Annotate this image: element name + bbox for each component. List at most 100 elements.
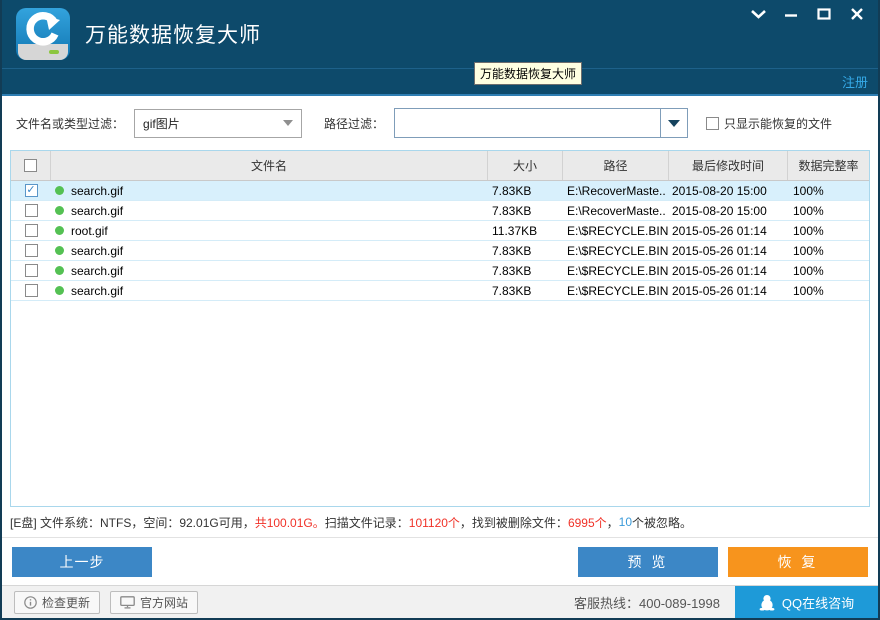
app-window: 万能数据恢复大师 注册 万能数据恢复大师 文件名或类型过滤: [0, 0, 880, 620]
table-row[interactable]: search.gif 7.83KB E:\$RECYCLE.BIN.. 2015…: [11, 241, 869, 261]
check-update-button[interactable]: 检查更新: [14, 591, 100, 614]
dropdown-arrow-icon: [283, 120, 293, 126]
file-size: 7.83KB: [488, 244, 563, 258]
table-row[interactable]: search.gif 7.83KB E:\RecoverMaste.. 2015…: [11, 201, 869, 221]
select-all-checkbox[interactable]: [24, 159, 37, 172]
qq-consult-button[interactable]: QQ在线咨询: [735, 586, 878, 618]
file-integrity: 100%: [788, 284, 869, 298]
path-filter-dropdown-button[interactable]: [660, 109, 687, 137]
file-modified: 2015-08-20 15:00: [669, 204, 788, 218]
column-header-path[interactable]: 路径: [563, 151, 669, 180]
file-name: search.gif: [71, 264, 123, 278]
recover-button[interactable]: 恢 复: [728, 547, 868, 577]
back-button[interactable]: 上一步: [12, 547, 152, 577]
status-segment: 共100.01G。: [255, 514, 325, 531]
check-update-label: 检查更新: [42, 594, 90, 611]
file-integrity: 100%: [788, 184, 869, 198]
app-title: 万能数据恢复大师: [85, 19, 261, 49]
file-status-dot-icon: [55, 186, 64, 195]
file-modified: 2015-05-26 01:14: [669, 224, 788, 238]
table-row[interactable]: root.gif 11.37KB E:\$RECYCLE.BIN.. 2015-…: [11, 221, 869, 241]
collapse-chevron-icon[interactable]: [749, 6, 767, 22]
status-text: [E盘] 文件系统：NTFS，空间：92.01G可用，共100.01G。扫描文件…: [2, 507, 878, 537]
header: 万能数据恢复大师 注册: [2, 0, 878, 96]
close-icon[interactable]: [848, 6, 866, 22]
file-name: search.gif: [71, 244, 123, 258]
file-status-dot-icon: [55, 246, 64, 255]
file-modified: 2015-05-26 01:14: [669, 244, 788, 258]
column-header-modified[interactable]: 最后修改时间: [669, 151, 788, 180]
table-row[interactable]: search.gif 7.83KB E:\$RECYCLE.BIN.. 2015…: [11, 261, 869, 281]
window-controls: [749, 6, 866, 22]
only-recoverable-option[interactable]: 只显示能恢复的文件: [706, 115, 832, 132]
maximize-icon[interactable]: [815, 6, 833, 22]
table-row[interactable]: search.gif 7.83KB E:\RecoverMaste.. 2015…: [11, 181, 869, 201]
action-bar: 上一步 预 览 恢 复: [2, 537, 878, 585]
file-status-dot-icon: [55, 286, 64, 295]
status-segment: ，找到被删除文件：: [460, 514, 568, 531]
row-checkbox[interactable]: [25, 244, 38, 257]
file-size: 11.37KB: [488, 224, 563, 238]
title-bar: 万能数据恢复大师: [2, 0, 878, 69]
app-logo-icon: [16, 8, 70, 60]
file-modified: 2015-05-26 01:14: [669, 264, 788, 278]
dropdown-arrow-icon: [668, 120, 680, 127]
minimize-icon[interactable]: [782, 6, 800, 22]
file-path: E:\RecoverMaste..: [563, 184, 669, 198]
qq-penguin-icon: [759, 594, 775, 611]
table-header: 文件名 大小 路径 最后修改时间 数据完整率: [11, 151, 869, 181]
path-filter-input[interactable]: [395, 109, 660, 137]
file-table: 文件名 大小 路径 最后修改时间 数据完整率 search.gif 7.83KB…: [10, 150, 870, 507]
file-integrity: 100%: [788, 224, 869, 238]
type-filter-dropdown[interactable]: gif图片: [134, 109, 302, 138]
monitor-icon: [120, 596, 135, 609]
file-name: search.gif: [71, 184, 123, 198]
type-filter-label: 文件名或类型过滤：: [16, 115, 124, 132]
hotline-number: 400-089-1998: [639, 596, 720, 611]
file-status-dot-icon: [55, 266, 64, 275]
row-checkbox[interactable]: [25, 224, 38, 237]
status-segment: ，: [607, 514, 619, 531]
info-icon: [24, 596, 37, 609]
row-checkbox[interactable]: [25, 284, 38, 297]
file-integrity: 100%: [788, 244, 869, 258]
hotline-text: 客服热线：400-089-1998: [574, 593, 720, 612]
row-checkbox[interactable]: [25, 184, 38, 197]
header-subband: 注册: [2, 69, 878, 95]
qq-consult-label: QQ在线咨询: [782, 593, 854, 612]
file-name: search.gif: [71, 204, 123, 218]
status-segment: 扫描文件记录：: [325, 514, 409, 531]
official-site-label: 官方网站: [140, 594, 188, 611]
type-filter-value: gif图片: [143, 115, 180, 132]
status-segment: 个被忽略。: [632, 514, 692, 531]
status-segment: 6995个: [568, 514, 607, 531]
filter-bar: 文件名或类型过滤： gif图片 路径过滤： 只显示能恢复的文件: [2, 96, 878, 150]
file-path: E:\$RECYCLE.BIN..: [563, 224, 669, 238]
file-modified: 2015-08-20 15:00: [669, 184, 788, 198]
file-integrity: 100%: [788, 204, 869, 218]
file-size: 7.83KB: [488, 284, 563, 298]
status-segment: [E盘] 文件系统：NTFS，空间：92.01G可用，: [10, 514, 255, 531]
preview-button[interactable]: 预 览: [578, 547, 718, 577]
footer-bar: 检查更新 官方网站 客服热线：400-089-1998 QQ在线咨询: [2, 585, 878, 618]
row-checkbox[interactable]: [25, 264, 38, 277]
file-size: 7.83KB: [488, 184, 563, 198]
path-filter-combobox: [394, 108, 688, 138]
column-header-size[interactable]: 大小: [488, 151, 563, 180]
path-filter-label: 路径过滤：: [324, 115, 384, 132]
only-recoverable-checkbox[interactable]: [706, 117, 719, 130]
file-status-dot-icon: [55, 226, 64, 235]
file-name: search.gif: [71, 284, 123, 298]
file-path: E:\RecoverMaste..: [563, 204, 669, 218]
file-size: 7.83KB: [488, 204, 563, 218]
row-checkbox[interactable]: [25, 204, 38, 217]
file-modified: 2015-05-26 01:14: [669, 284, 788, 298]
table-row[interactable]: search.gif 7.83KB E:\$RECYCLE.BIN.. 2015…: [11, 281, 869, 301]
official-site-button[interactable]: 官方网站: [110, 591, 198, 614]
register-link[interactable]: 注册: [842, 72, 868, 91]
column-header-integrity[interactable]: 数据完整率: [788, 151, 869, 180]
table-body: search.gif 7.83KB E:\RecoverMaste.. 2015…: [11, 181, 869, 301]
status-segment: 101120个: [409, 514, 460, 531]
tooltip: 万能数据恢复大师: [474, 62, 582, 85]
column-header-name[interactable]: 文件名: [51, 151, 488, 180]
